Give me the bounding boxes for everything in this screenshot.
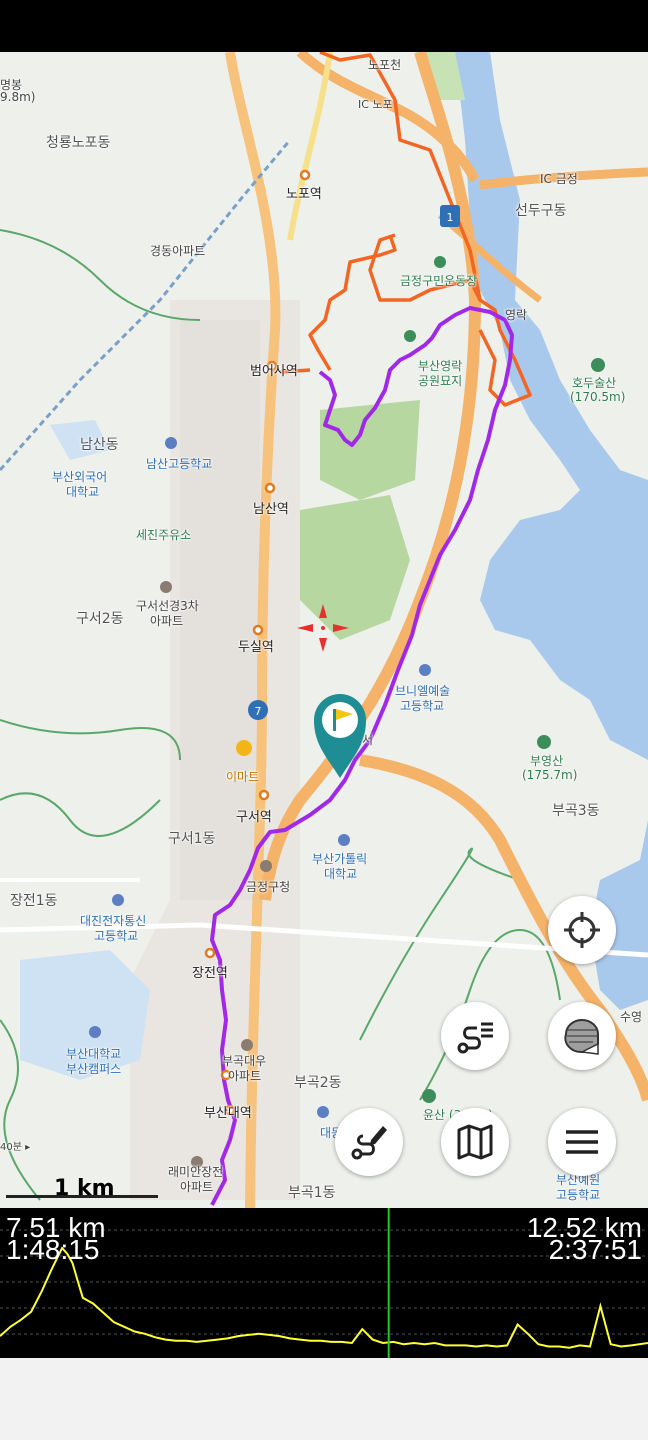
route-list-button[interactable] bbox=[441, 1002, 509, 1070]
map-label: 선두구동 bbox=[515, 203, 567, 219]
map-label: 두실역 bbox=[238, 640, 274, 655]
map-icon bbox=[457, 1124, 493, 1160]
map-label: 부곡1동 bbox=[288, 1185, 336, 1201]
map-label: 남산역 bbox=[253, 502, 289, 517]
map-label: 아파트 bbox=[180, 1180, 214, 1194]
map-label: 청룡노포동 bbox=[46, 135, 111, 151]
locate-button[interactable] bbox=[548, 896, 616, 964]
layers-icon bbox=[564, 1019, 599, 1055]
map-label: 공원묘지 bbox=[418, 374, 463, 388]
map-label: 40분 ▸ bbox=[0, 1142, 31, 1153]
menu-button[interactable] bbox=[548, 1108, 616, 1176]
crosshair-icon bbox=[564, 912, 600, 948]
map-select-button[interactable] bbox=[441, 1108, 509, 1176]
map-label: 부곡2동 bbox=[294, 1075, 342, 1091]
draw-route-button[interactable] bbox=[335, 1108, 403, 1176]
map-label: 영락 bbox=[505, 308, 528, 322]
map-label: 아파트 bbox=[150, 614, 184, 628]
bottom-area bbox=[0, 1358, 648, 1440]
map-label: 구서1동 bbox=[168, 831, 216, 847]
map-label: 구서역 bbox=[236, 810, 272, 825]
map-label: IC 노포 bbox=[358, 98, 393, 111]
map-label: 서 bbox=[362, 733, 374, 747]
map-label: (175.7m) bbox=[522, 768, 578, 782]
scale-bar: 1 km bbox=[6, 1176, 158, 1201]
map-label: 세진주유소 bbox=[136, 528, 192, 542]
hamburger-icon bbox=[566, 1130, 598, 1154]
map-label: 호두술산 bbox=[572, 376, 617, 390]
total-time: 2:37:51 bbox=[548, 1234, 642, 1265]
scale-line bbox=[6, 1195, 158, 1198]
elevation-chart[interactable]: 7.51 km 1:48:15 12.52 km 2:37:51 bbox=[0, 1208, 648, 1358]
map-label: 장전역 bbox=[192, 966, 228, 981]
map-view[interactable]: 1 7 명봉 9.8m) 청룡노포동 경동아파트 노포역 노포천 IC 노포 I… bbox=[0, 52, 648, 1208]
map-label: 장전1동 bbox=[10, 893, 58, 909]
map-label: 아파트 bbox=[228, 1069, 262, 1083]
map-label: 고등학교 bbox=[94, 929, 139, 943]
map-label: 범어사역 bbox=[250, 364, 298, 379]
map-label: 수영 bbox=[620, 1010, 643, 1024]
map-label: 부영산 bbox=[530, 754, 564, 768]
map-label: 9.8m) bbox=[0, 90, 36, 104]
map-label: 부곡3동 bbox=[552, 803, 600, 819]
map-label: 금정구청 bbox=[246, 880, 291, 894]
map-label: 고등학교 bbox=[400, 699, 445, 713]
map-label: IC 금정 bbox=[540, 172, 578, 186]
layers-button[interactable] bbox=[548, 1002, 616, 1070]
map-label: 이마트 bbox=[226, 770, 260, 784]
draw-route-icon bbox=[351, 1126, 387, 1160]
map-label: 고등학교 bbox=[556, 1188, 601, 1202]
map-label: 남산동 bbox=[80, 437, 119, 453]
map-label: 경동아파트 bbox=[150, 244, 206, 258]
map-label: (170.5m) bbox=[570, 390, 626, 404]
cursor-time: 1:48:15 bbox=[6, 1234, 100, 1265]
map-label: 노포역 bbox=[286, 187, 322, 202]
map-label: 구서2동 bbox=[76, 611, 124, 627]
route-list-icon bbox=[457, 1022, 493, 1054]
route-7-shield: 7 bbox=[255, 705, 262, 718]
status-bar bbox=[0, 0, 648, 52]
route-1-shield: 1 bbox=[447, 211, 454, 224]
map-label: 금정구민운동장 bbox=[400, 274, 478, 288]
map-label: 부산대역 bbox=[204, 1106, 252, 1121]
map-label: 대학교 bbox=[66, 485, 100, 499]
map-label: 부산캠퍼스 bbox=[66, 1062, 122, 1076]
map-label: 대학교 bbox=[324, 867, 358, 881]
map-label: 남산고등학교 bbox=[146, 457, 213, 471]
map-label: 노포천 bbox=[368, 58, 402, 72]
